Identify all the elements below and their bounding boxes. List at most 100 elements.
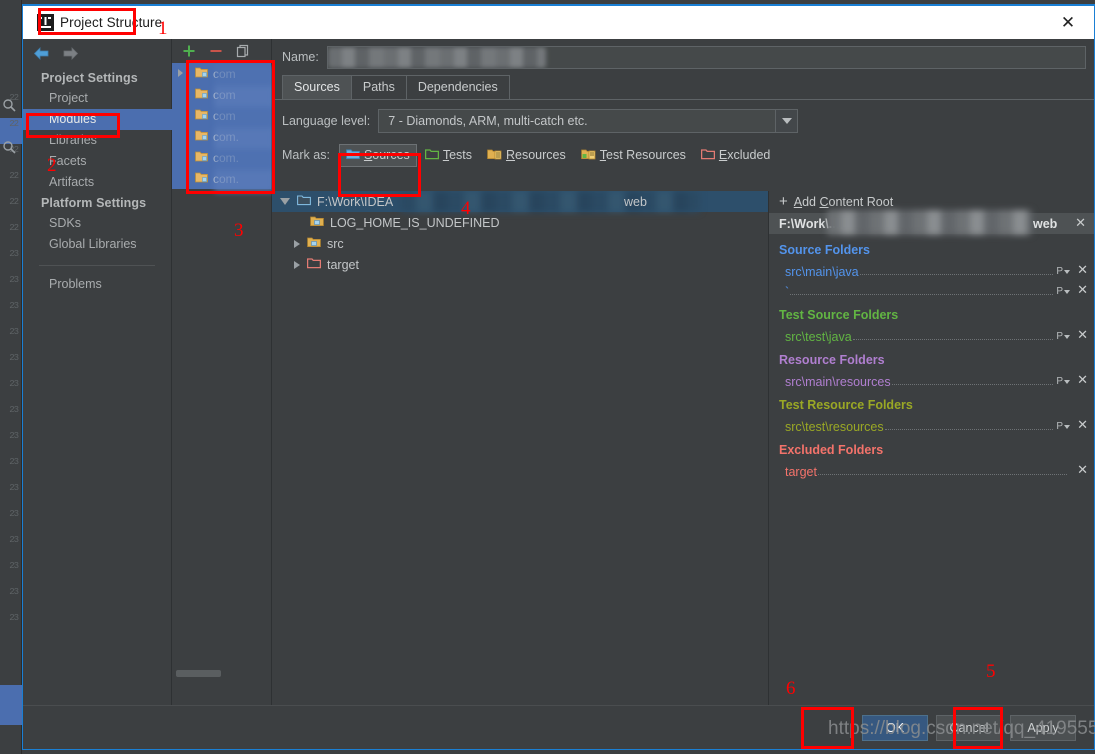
group-title-source-folders: Source Folders bbox=[779, 243, 870, 257]
close-icon[interactable]: ✕ bbox=[1058, 13, 1078, 33]
mark-as-sources-button[interactable]: Sources bbox=[338, 143, 417, 167]
sidebar-item-artifacts[interactable]: Artifacts bbox=[23, 172, 171, 193]
sidebar-item-project[interactable]: Project bbox=[23, 88, 171, 109]
dialog-title-bar: Project Structure ✕ bbox=[23, 6, 1094, 39]
project-structure-dialog: Project Structure ✕ Project Settings Pro… bbox=[22, 4, 1095, 750]
sidebar-nav-row bbox=[23, 39, 171, 68]
tab-paths[interactable]: Paths bbox=[350, 75, 407, 99]
module-tabs: Sources Paths Dependencies bbox=[272, 75, 1094, 100]
mark-as-test-resources-button[interactable]: Test Resources bbox=[574, 144, 693, 167]
chevron-down-icon[interactable] bbox=[280, 198, 290, 205]
settings-sidebar: Project Settings Project Modules Librari… bbox=[23, 39, 172, 716]
sidebar-item-sdks[interactable]: SDKs bbox=[23, 213, 171, 234]
mark-as-row: Mark as: Sources Tests Resources Test Re… bbox=[272, 142, 1094, 168]
remove-folder-icon[interactable]: ✕ bbox=[1077, 283, 1088, 298]
ide-search-icon-1 bbox=[2, 98, 16, 112]
mark-as-resources-label: Resources bbox=[506, 148, 566, 162]
content-root-redaction bbox=[827, 210, 1032, 235]
content-root-header: F:\Work\...\ web ✕ bbox=[769, 210, 1094, 235]
chevron-down-icon[interactable] bbox=[775, 110, 798, 132]
module-list-panel: com com com bbox=[172, 39, 274, 716]
ok-button[interactable]: OK bbox=[862, 714, 928, 741]
folder-red-icon bbox=[700, 148, 715, 163]
module-folder-icon bbox=[195, 108, 208, 123]
tree-row-log-home[interactable]: LOG_HOME_IS_UNDEFINED bbox=[272, 212, 768, 233]
module-name-row: Name: bbox=[272, 39, 1094, 75]
folder-resources-icon bbox=[487, 148, 502, 163]
expander-icon[interactable] bbox=[178, 69, 183, 77]
cancel-button[interactable]: Cancel bbox=[936, 714, 1002, 741]
module-folder-icon bbox=[195, 129, 208, 144]
tree-root-label: F:\Work\IDEA bbox=[317, 194, 394, 209]
tab-sources[interactable]: Sources bbox=[282, 75, 352, 99]
name-redaction bbox=[327, 46, 546, 68]
package-prefix-icon[interactable]: P bbox=[1056, 286, 1071, 297]
remove-folder-icon[interactable]: ✕ bbox=[1077, 328, 1088, 343]
folder-path: src\test\resources bbox=[785, 420, 884, 434]
tree-row-target[interactable]: target bbox=[272, 254, 768, 275]
module-list-hscrollbar[interactable] bbox=[176, 670, 221, 677]
folder-path: target bbox=[785, 465, 817, 479]
apply-button[interactable]: Apply bbox=[1010, 714, 1076, 741]
dot-leader bbox=[884, 418, 1054, 430]
tab-dependencies[interactable]: Dependencies bbox=[405, 75, 510, 99]
folder-path: ` bbox=[785, 285, 790, 299]
group-title-test-source-folders: Test Source Folders bbox=[779, 308, 899, 322]
forward-arrow-icon[interactable] bbox=[62, 46, 79, 61]
sidebar-item-global-libraries[interactable]: Global Libraries bbox=[23, 234, 171, 255]
sidebar-item-facets[interactable]: Facets bbox=[23, 151, 171, 172]
content-root-suffix: web bbox=[1033, 216, 1058, 231]
language-level-label: Language level: bbox=[282, 114, 371, 128]
sidebar-group-platform-settings: Platform Settings bbox=[41, 196, 147, 210]
minus-icon[interactable] bbox=[209, 44, 223, 58]
copy-icon[interactable] bbox=[236, 44, 250, 58]
dot-leader bbox=[859, 263, 1054, 275]
sidebar-item-modules[interactable]: Modules bbox=[23, 109, 172, 130]
back-arrow-icon[interactable] bbox=[33, 46, 50, 61]
module-folder-icon bbox=[195, 66, 208, 81]
module-name-input[interactable] bbox=[326, 45, 1086, 69]
module-editor-panel: Name: Sources Paths Dependencies Languag… bbox=[272, 39, 1094, 716]
module-list-toolbar bbox=[172, 39, 271, 63]
folder-row-src-main-java[interactable]: src\main\java P ✕ bbox=[769, 259, 1094, 279]
language-level-select[interactable]: 7 - Diamonds, ARM, multi-catch etc. bbox=[378, 109, 799, 133]
package-prefix-icon[interactable]: P bbox=[1056, 266, 1071, 277]
group-title-resource-folders: Resource Folders bbox=[779, 353, 885, 367]
tabs-filler bbox=[510, 98, 1094, 99]
module-folder-icon bbox=[195, 150, 208, 165]
dot-leader bbox=[790, 283, 1054, 295]
chevron-right-icon[interactable] bbox=[294, 239, 300, 248]
tree-row-src[interactable]: src bbox=[272, 233, 768, 254]
package-prefix-icon[interactable]: P bbox=[1056, 421, 1071, 432]
plus-icon[interactable] bbox=[182, 44, 196, 58]
folder-row-src-test-java[interactable]: src\test\java P ✕ bbox=[769, 324, 1094, 344]
mark-as-sources-label: Sources bbox=[363, 148, 410, 162]
name-label: Name: bbox=[282, 50, 319, 64]
folder-row-src-test-resources[interactable]: src\test\resources P ✕ bbox=[769, 414, 1094, 434]
sidebar-item-problems[interactable]: Problems bbox=[23, 274, 171, 295]
sidebar-item-libraries[interactable]: Libraries bbox=[23, 130, 171, 151]
remove-folder-icon[interactable]: ✕ bbox=[1077, 418, 1088, 433]
tree-row-content-root[interactable]: F:\Work\IDEA web bbox=[272, 191, 768, 212]
remove-folder-icon[interactable]: ✕ bbox=[1077, 263, 1088, 278]
folder-row-target[interactable]: target ✕ bbox=[769, 459, 1094, 479]
dot-leader bbox=[891, 373, 1054, 385]
language-level-value: 7 - Diamonds, ARM, multi-catch etc. bbox=[388, 114, 588, 128]
dot-leader bbox=[852, 328, 1054, 340]
package-prefix-icon[interactable]: P bbox=[1056, 331, 1071, 342]
remove-folder-icon[interactable]: ✕ bbox=[1077, 463, 1088, 478]
mark-as-tests-button[interactable]: Tests bbox=[418, 144, 479, 167]
package-prefix-icon[interactable]: P bbox=[1056, 376, 1071, 387]
folder-path: src\test\java bbox=[785, 330, 852, 344]
remove-content-root-icon[interactable]: ✕ bbox=[1075, 216, 1086, 231]
dot-leader bbox=[817, 463, 1068, 475]
mark-as-resources-button[interactable]: Resources bbox=[480, 144, 573, 167]
folder-row-src-main-resources[interactable]: src\main\resources P ✕ bbox=[769, 369, 1094, 389]
mark-as-excluded-button[interactable]: Excluded bbox=[694, 144, 777, 167]
remove-folder-icon[interactable]: ✕ bbox=[1077, 373, 1088, 388]
folder-row-source-2[interactable]: ` P ✕ bbox=[769, 279, 1094, 299]
tree-root-redaction bbox=[400, 191, 700, 212]
chevron-right-icon[interactable] bbox=[294, 260, 300, 269]
ide-bg-selection-lower bbox=[0, 685, 22, 725]
module-folder-icon bbox=[195, 87, 208, 102]
